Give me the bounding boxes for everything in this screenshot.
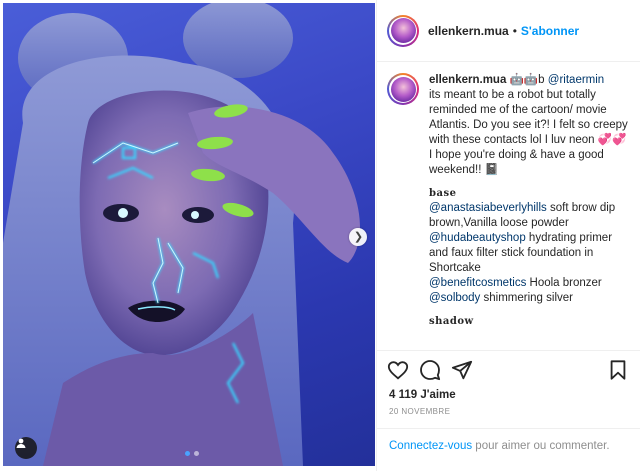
chevron-right-icon: ❯ — [353, 230, 364, 243]
bookmark-icon — [610, 360, 626, 380]
caption-author[interactable]: ellenkern.mua — [429, 74, 506, 86]
like-button[interactable] — [387, 359, 411, 383]
carousel-dot — [185, 451, 190, 456]
header-separator: • — [512, 23, 517, 38]
caption-text: ellenkern.mua 🤖🤖b @ritaermin its meant t… — [429, 73, 629, 329]
caption-section-base: base — [429, 188, 457, 199]
caption-line: shimmering silver — [480, 292, 573, 304]
caption-mention[interactable]: @anastasiabeverlyhills — [429, 202, 547, 214]
caption-avatar[interactable] — [387, 73, 419, 105]
likes-count[interactable]: 4 119 J'aime — [389, 389, 456, 401]
post-side-panel: ellenkern.mua • S'abonner ellenkern.mua … — [376, 0, 640, 471]
post-header: ellenkern.mua • S'abonner — [377, 0, 640, 62]
login-prompt-text: pour aimer ou commenter. — [472, 440, 610, 452]
avatar[interactable] — [387, 14, 419, 47]
share-icon — [451, 360, 473, 380]
save-button[interactable] — [607, 359, 631, 383]
caption-area: ellenkern.mua 🤖🤖b @ritaermin its meant t… — [377, 63, 640, 350]
tagged-users-button[interactable] — [15, 437, 37, 459]
post-photo: ❯ — [3, 3, 375, 466]
caption-section-shadow: shadow — [429, 316, 474, 327]
caption-body: its meant to be a robot but totally remi… — [429, 89, 628, 176]
login-link[interactable]: Connectez-vous — [389, 440, 472, 452]
photo-illustration — [3, 3, 360, 466]
comment-button[interactable] — [419, 359, 443, 383]
post-date[interactable]: 20 NOVEMBRE — [389, 407, 450, 416]
post-actions: 4 119 J'aime 20 NOVEMBRE — [377, 350, 640, 440]
user-tag-icon — [16, 438, 26, 448]
carousel-dot — [194, 451, 199, 456]
share-button[interactable] — [451, 359, 475, 383]
instagram-post-modal: ❯ ellenkern.mua • S'abonner ellenkern.mu… — [0, 0, 640, 471]
caption-mention[interactable]: @hudabeautyshop — [429, 232, 526, 244]
login-prompt: Connectez-vous pour aimer ou commenter. — [377, 428, 640, 471]
next-photo-button[interactable]: ❯ — [349, 228, 367, 246]
heart-icon — [387, 361, 409, 380]
caption-emoji: 🤖🤖b — [509, 74, 545, 86]
comment-icon — [420, 360, 441, 381]
caption-mention[interactable]: @ritaermin — [548, 74, 604, 86]
caption-line: Hoola bronzer — [526, 277, 602, 289]
follow-button[interactable]: S'abonner — [521, 24, 579, 38]
caption-mention[interactable]: @solbody — [429, 292, 480, 304]
caption-mention[interactable]: @benefitcosmetics — [429, 277, 526, 289]
header-username[interactable]: ellenkern.mua — [428, 24, 509, 38]
carousel-indicator — [185, 451, 199, 456]
